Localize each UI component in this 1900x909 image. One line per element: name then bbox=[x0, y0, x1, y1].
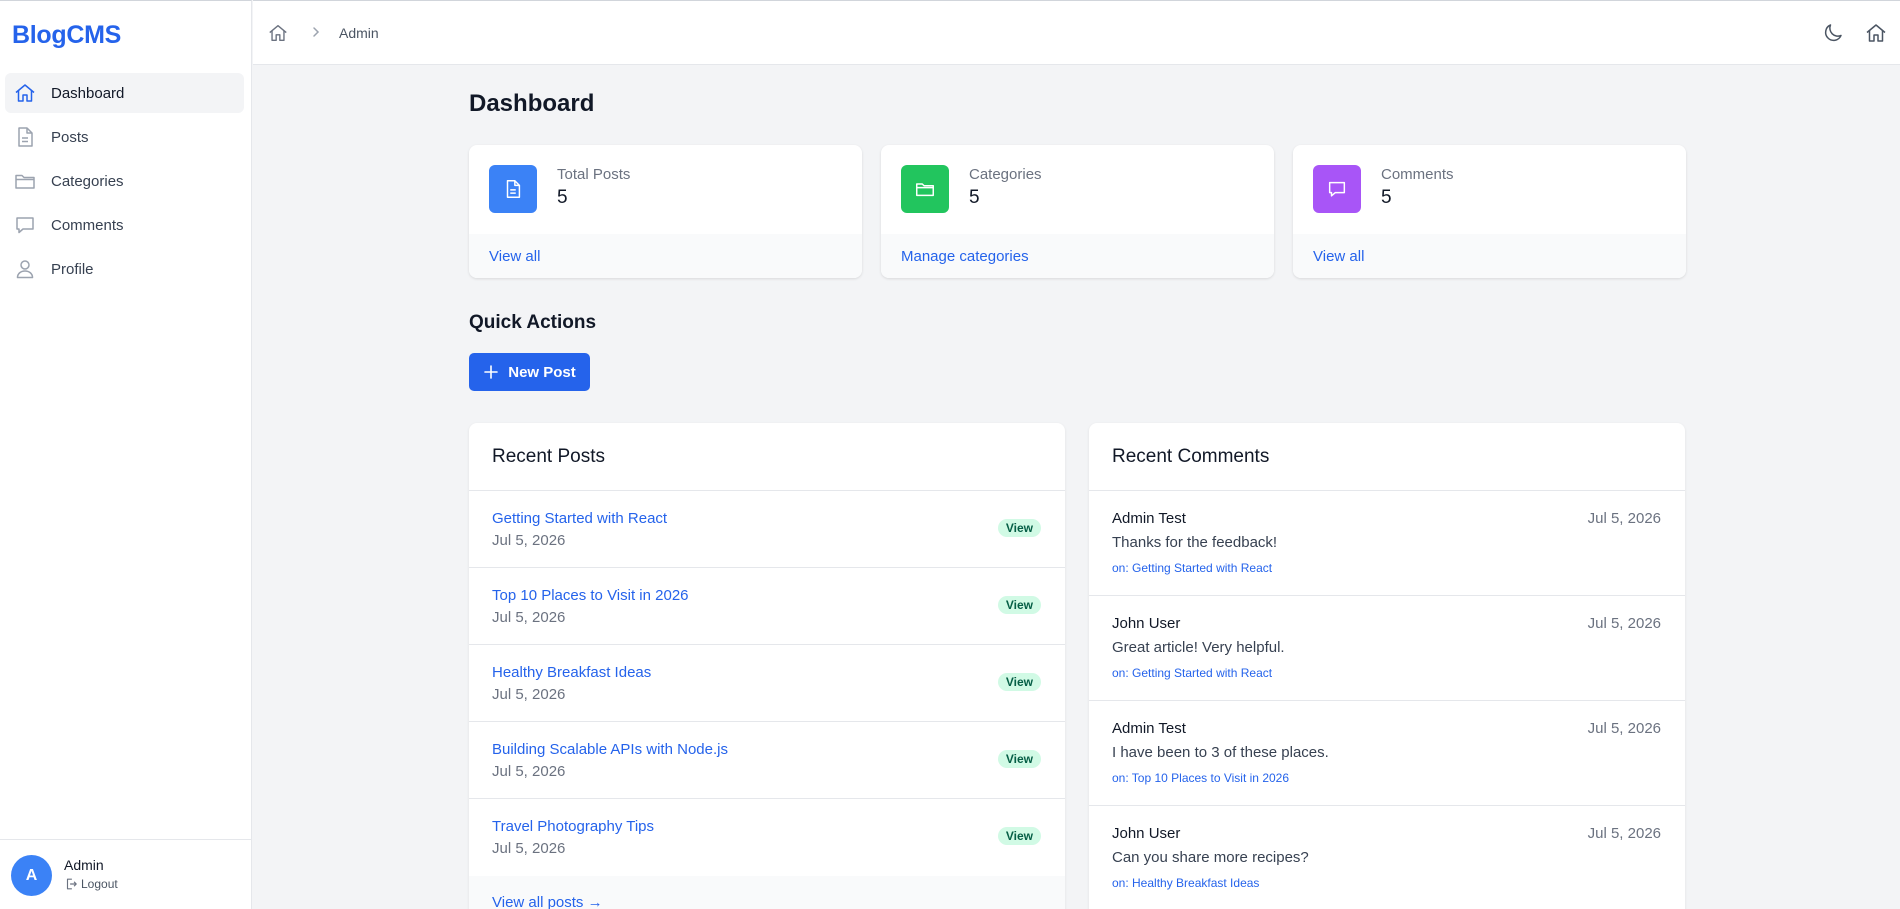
avatar[interactable]: A bbox=[11, 855, 52, 896]
list-item: Healthy Breakfast Ideas Jul 5, 2026 View bbox=[469, 645, 1065, 722]
view-badge[interactable]: View bbox=[997, 827, 1041, 845]
topbar: Admin bbox=[253, 0, 1900, 65]
stat-value: 5 bbox=[1381, 187, 1392, 208]
list-item: Getting Started with React Jul 5, 2026 V… bbox=[469, 491, 1065, 568]
recent-comments-panel: Recent Comments Admin Test Jul 5, 2026 T… bbox=[1089, 423, 1685, 909]
new-post-button[interactable]: New Post bbox=[469, 353, 590, 391]
document-icon bbox=[13, 125, 37, 149]
view-badge[interactable]: View bbox=[997, 673, 1041, 691]
post-title-link[interactable]: Building Scalable APIs with Node.js bbox=[492, 741, 728, 758]
list-item: John User Jul 5, 2026 Great article! Ver… bbox=[1089, 596, 1685, 701]
sidebar-item-posts[interactable]: Posts bbox=[5, 117, 244, 157]
sidebar-item-profile[interactable]: Profile bbox=[5, 249, 244, 289]
view-badge[interactable]: View bbox=[997, 519, 1041, 537]
sidebar-item-dashboard[interactable]: Dashboard bbox=[5, 73, 244, 113]
plus-icon bbox=[483, 364, 499, 380]
recent-posts-footer: View all posts → bbox=[469, 876, 1065, 909]
view-badge[interactable]: View bbox=[997, 596, 1041, 614]
sidebar-item-label: Profile bbox=[51, 260, 94, 278]
sidebar-item-label: Comments bbox=[51, 216, 124, 234]
document-icon bbox=[489, 165, 537, 213]
sidebar-nav: Dashboard Posts Categories Comments Prof… bbox=[5, 73, 244, 293]
sidebar-item-label: Dashboard bbox=[51, 84, 125, 102]
comment-date: Jul 5, 2026 bbox=[1587, 615, 1661, 632]
view-all-comments-link[interactable]: View all bbox=[1313, 248, 1364, 265]
user-icon bbox=[13, 257, 37, 281]
view-all-posts-link[interactable]: View all bbox=[489, 248, 540, 265]
breadcrumb-home-icon[interactable] bbox=[267, 22, 289, 44]
folder-icon bbox=[901, 165, 949, 213]
page-title: Dashboard bbox=[469, 90, 595, 117]
post-title-link[interactable]: Getting Started with React bbox=[492, 510, 667, 527]
post-title-link[interactable]: Top 10 Places to Visit in 2026 bbox=[492, 587, 689, 604]
manage-categories-link[interactable]: Manage categories bbox=[901, 248, 1029, 265]
stat-label: Categories bbox=[969, 166, 1042, 183]
comment-text: Can you share more recipes? bbox=[1112, 849, 1309, 866]
post-date: Jul 5, 2026 bbox=[492, 532, 566, 549]
comment-date: Jul 5, 2026 bbox=[1587, 825, 1661, 842]
sidebar: BlogCMS Dashboard Posts Categories Comme… bbox=[0, 0, 252, 909]
list-item: Top 10 Places to Visit in 2026 Jul 5, 20… bbox=[469, 568, 1065, 645]
post-title-link[interactable]: Travel Photography Tips bbox=[492, 818, 654, 835]
view-all-posts-footer-link[interactable]: View all posts → bbox=[492, 894, 603, 909]
post-date: Jul 5, 2026 bbox=[492, 609, 566, 626]
brand-logo[interactable]: BlogCMS bbox=[12, 21, 121, 50]
recent-comments-title: Recent Comments bbox=[1089, 423, 1685, 491]
view-badge[interactable]: View bbox=[997, 750, 1041, 768]
comment-author: Admin Test bbox=[1112, 720, 1186, 737]
comment-date: Jul 5, 2026 bbox=[1587, 720, 1661, 737]
home-icon bbox=[13, 81, 37, 105]
list-item: Admin Test Jul 5, 2026 I have been to 3 … bbox=[1089, 701, 1685, 806]
quick-actions-title: Quick Actions bbox=[469, 312, 597, 333]
list-item: Travel Photography Tips Jul 5, 2026 View bbox=[469, 799, 1065, 876]
breadcrumb-current: Admin bbox=[339, 25, 379, 41]
recent-posts-panel: Recent Posts Getting Started with React … bbox=[469, 423, 1065, 909]
recent-posts-title: Recent Posts bbox=[469, 423, 1065, 491]
comment-post-link[interactable]: on: Getting Started with React bbox=[1112, 666, 1272, 680]
stat-value: 5 bbox=[969, 187, 980, 208]
list-item: Admin Test Jul 5, 2026 Thanks for the fe… bbox=[1089, 491, 1685, 596]
comment-post-link[interactable]: on: Healthy Breakfast Ideas bbox=[1112, 876, 1259, 890]
user-panel: A Admin Logout bbox=[0, 839, 252, 909]
stat-label: Total Posts bbox=[557, 166, 631, 183]
comment-author: John User bbox=[1112, 825, 1181, 842]
chevron-right-icon bbox=[309, 25, 323, 39]
stat-footer: View all bbox=[469, 234, 862, 278]
new-post-label: New Post bbox=[508, 363, 576, 381]
comment-text: Great article! Very helpful. bbox=[1112, 639, 1285, 656]
comment-post-link[interactable]: on: Top 10 Places to Visit in 2026 bbox=[1112, 771, 1289, 785]
folder-icon bbox=[13, 169, 37, 193]
list-item: Building Scalable APIs with Node.js Jul … bbox=[469, 722, 1065, 799]
sidebar-item-categories[interactable]: Categories bbox=[5, 161, 244, 201]
chat-icon bbox=[13, 213, 37, 237]
list-item: John User Jul 5, 2026 Can you share more… bbox=[1089, 806, 1685, 909]
post-date: Jul 5, 2026 bbox=[492, 686, 566, 703]
sidebar-item-label: Categories bbox=[51, 172, 124, 190]
moon-icon[interactable] bbox=[1821, 21, 1845, 45]
home-icon[interactable] bbox=[1864, 21, 1888, 45]
comment-date: Jul 5, 2026 bbox=[1587, 510, 1661, 527]
sidebar-item-label: Posts bbox=[51, 128, 89, 146]
comment-author: Admin Test bbox=[1112, 510, 1186, 527]
chat-icon bbox=[1313, 165, 1361, 213]
comment-text: I have been to 3 of these places. bbox=[1112, 744, 1329, 761]
stat-label: Comments bbox=[1381, 166, 1454, 183]
stat-card-comments: Comments 5 View all bbox=[1293, 145, 1686, 278]
stat-card-posts: Total Posts 5 View all bbox=[469, 145, 862, 278]
stat-card-categories: Categories 5 Manage categories bbox=[881, 145, 1274, 278]
sidebar-item-comments[interactable]: Comments bbox=[5, 205, 244, 245]
stat-value: 5 bbox=[557, 187, 568, 208]
comment-post-link[interactable]: on: Getting Started with React bbox=[1112, 561, 1272, 575]
logout-button[interactable]: Logout bbox=[64, 877, 118, 891]
logout-label: Logout bbox=[81, 877, 118, 891]
post-date: Jul 5, 2026 bbox=[492, 763, 566, 780]
stat-footer: Manage categories bbox=[881, 234, 1274, 278]
user-name: Admin bbox=[64, 857, 104, 873]
comment-text: Thanks for the feedback! bbox=[1112, 534, 1278, 551]
logout-icon bbox=[64, 877, 78, 891]
comment-author: John User bbox=[1112, 615, 1181, 632]
post-date: Jul 5, 2026 bbox=[492, 840, 566, 857]
stat-footer: View all bbox=[1293, 234, 1686, 278]
post-title-link[interactable]: Healthy Breakfast Ideas bbox=[492, 664, 651, 681]
